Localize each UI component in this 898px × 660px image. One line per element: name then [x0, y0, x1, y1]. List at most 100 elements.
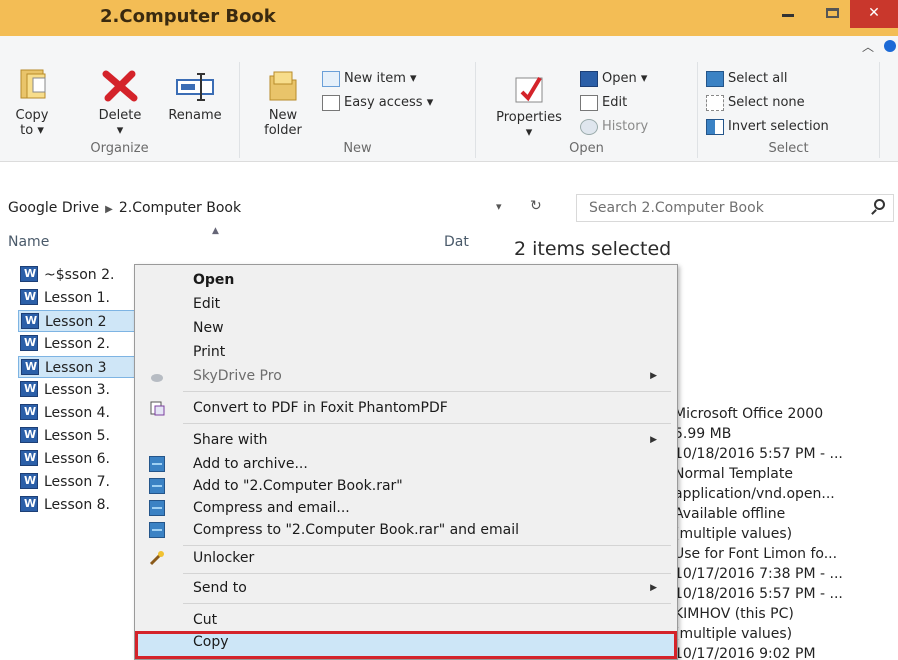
menu-item-edit[interactable]: Edit	[135, 293, 677, 315]
refresh-icon[interactable]: ↻	[530, 198, 542, 214]
submenu-arrow-icon: ▶	[650, 583, 657, 593]
file-name: Lesson 2	[45, 314, 107, 330]
details-value: (multiple values)	[674, 626, 793, 642]
file-list-item[interactable]: ~$sson 2.	[18, 264, 136, 286]
cloud-icon	[151, 374, 163, 382]
file-list-item[interactable]: Lesson 1.	[18, 287, 136, 309]
file-name: Lesson 3.	[44, 382, 111, 398]
menu-item-print[interactable]: Print	[135, 341, 677, 363]
file-name: Lesson 5.	[44, 428, 111, 444]
new-folder-button[interactable]: New folder	[250, 68, 316, 138]
edit-button[interactable]: Edit	[580, 92, 627, 114]
file-name: Lesson 4.	[44, 405, 111, 421]
copy-to-folder-icon	[20, 69, 46, 99]
menu-item-share-with[interactable]: Share with ▶	[135, 429, 677, 451]
column-header-date[interactable]: Dat	[444, 234, 469, 250]
rename-button[interactable]: Rename	[160, 68, 230, 123]
close-button[interactable]: ✕	[850, 0, 898, 28]
word-document-icon	[20, 379, 38, 400]
file-list-item[interactable]: Lesson 3.	[18, 379, 136, 401]
word-document-icon	[20, 471, 38, 492]
history-button[interactable]: History	[580, 116, 648, 138]
menu-item-compress-rar-email[interactable]: Compress to "2.Computer Book.rar" and em…	[135, 519, 677, 541]
properties-button[interactable]: Properties ▾	[484, 72, 574, 140]
menu-item-compress-email[interactable]: Compress and email...	[135, 497, 677, 519]
file-list-item[interactable]: Lesson 6.	[18, 448, 136, 470]
menu-item-add-rar[interactable]: Add to "2.Computer Book.rar"	[135, 475, 677, 497]
new-item-button[interactable]: New item ▾	[322, 68, 417, 90]
word-document-icon	[20, 333, 38, 354]
minimize-button[interactable]	[766, 0, 810, 28]
ribbon-group-select: Select all Select none Invert selection …	[698, 62, 880, 158]
ribbon-group-new: New folder New item ▾ Easy access ▾ New	[240, 62, 476, 158]
details-value: application/vnd.open...	[674, 486, 835, 502]
menu-separator	[183, 573, 671, 574]
window-title: 2.Computer Book	[100, 6, 276, 27]
select-group-label: Select	[768, 141, 809, 156]
easy-access-button[interactable]: Easy access ▾	[322, 92, 433, 114]
menu-item-copy[interactable]: Copy	[135, 631, 677, 659]
selection-status: 2 items selected	[514, 238, 672, 260]
invert-selection-button[interactable]: Invert selection	[706, 116, 829, 138]
file-list-item[interactable]: Lesson 8.	[18, 494, 136, 516]
new-item-icon	[322, 70, 340, 87]
details-value: 10/17/2016 7:38 PM - ...	[674, 566, 843, 582]
menu-separator	[183, 545, 671, 546]
menu-item-add-archive[interactable]: Add to archive...	[135, 453, 677, 475]
details-value: (multiple values)	[674, 526, 793, 542]
column-header-name[interactable]: Name	[8, 234, 49, 250]
history-icon	[580, 118, 598, 135]
help-icon[interactable]	[884, 40, 896, 52]
breadcrumb-current[interactable]: 2.Computer Book	[119, 200, 241, 216]
breadcrumb-root[interactable]: Google Drive	[8, 200, 99, 216]
word-document-icon	[20, 494, 38, 515]
rename-icon	[176, 73, 214, 101]
maximize-button[interactable]	[810, 0, 854, 28]
submenu-arrow-icon: ▶	[650, 371, 657, 381]
menu-item-cut[interactable]: Cut	[135, 609, 677, 631]
menu-item-skydrive-pro[interactable]: SkyDrive Pro ▶	[135, 365, 677, 387]
context-menu: Open Edit New Print SkyDrive Pro ▶ Conver…	[134, 264, 678, 660]
file-list-item[interactable]: Lesson 7.	[18, 471, 136, 493]
unlocker-wand-icon	[149, 551, 164, 566]
ribbon-group-organize: Copy to ▾ Delete ▾ Rename Organize	[0, 62, 240, 158]
collapse-ribbon-icon[interactable]: ︿	[862, 38, 874, 55]
ribbon-group-open: Properties ▾ Open ▾ Edit History Open	[476, 62, 698, 158]
search-input[interactable]: Search 2.Computer Book	[576, 194, 894, 222]
word-icon	[580, 70, 598, 87]
winrar-icon	[149, 500, 165, 516]
menu-item-unlocker[interactable]: Unlocker	[135, 547, 677, 569]
file-list-item[interactable]: Lesson 2.	[18, 333, 136, 355]
submenu-arrow-icon: ▶	[650, 435, 657, 445]
menu-item-open[interactable]: Open	[135, 269, 677, 291]
sort-ascending-icon: ▲	[212, 226, 219, 236]
details-value: Normal Template	[674, 466, 793, 482]
address-bar: Google Drive ▶ 2.Computer Book ▾ ↻ Search …	[0, 192, 898, 224]
organize-group-label: Organize	[90, 141, 149, 156]
file-name: Lesson 7.	[44, 474, 111, 490]
details-value: 10/18/2016 5:57 PM - ...	[674, 586, 843, 602]
file-list-item[interactable]: Lesson 4.	[18, 402, 136, 424]
delete-button[interactable]: Delete ▾	[92, 68, 148, 138]
properties-icon	[515, 76, 543, 103]
word-document-icon	[21, 311, 39, 331]
address-history-dropdown-icon[interactable]: ▾	[496, 200, 502, 213]
file-list-item[interactable]: Lesson 5.	[18, 425, 136, 447]
file-list-item[interactable]: Lesson 3	[18, 356, 136, 378]
copy-to-button[interactable]: Copy to ▾	[10, 68, 54, 138]
menu-item-send-to[interactable]: Send to ▶	[135, 577, 677, 599]
select-all-button[interactable]: Select all	[706, 68, 787, 90]
invert-selection-icon	[706, 118, 724, 135]
file-list-item[interactable]: Lesson 2	[18, 310, 136, 332]
new-group-label: New	[343, 141, 372, 156]
select-none-button[interactable]: Select none	[706, 92, 805, 114]
word-document-icon	[20, 287, 38, 308]
select-none-icon	[706, 94, 724, 111]
menu-separator	[183, 603, 671, 604]
menu-item-convert-pdf[interactable]: Convert to PDF in Foxit PhantomPDF	[135, 397, 677, 419]
breadcrumb[interactable]: Google Drive ▶ 2.Computer Book	[0, 192, 556, 224]
open-button[interactable]: Open ▾	[580, 68, 647, 90]
search-icon[interactable]	[874, 199, 885, 210]
winrar-icon	[149, 456, 165, 472]
menu-item-new[interactable]: New	[135, 317, 677, 339]
